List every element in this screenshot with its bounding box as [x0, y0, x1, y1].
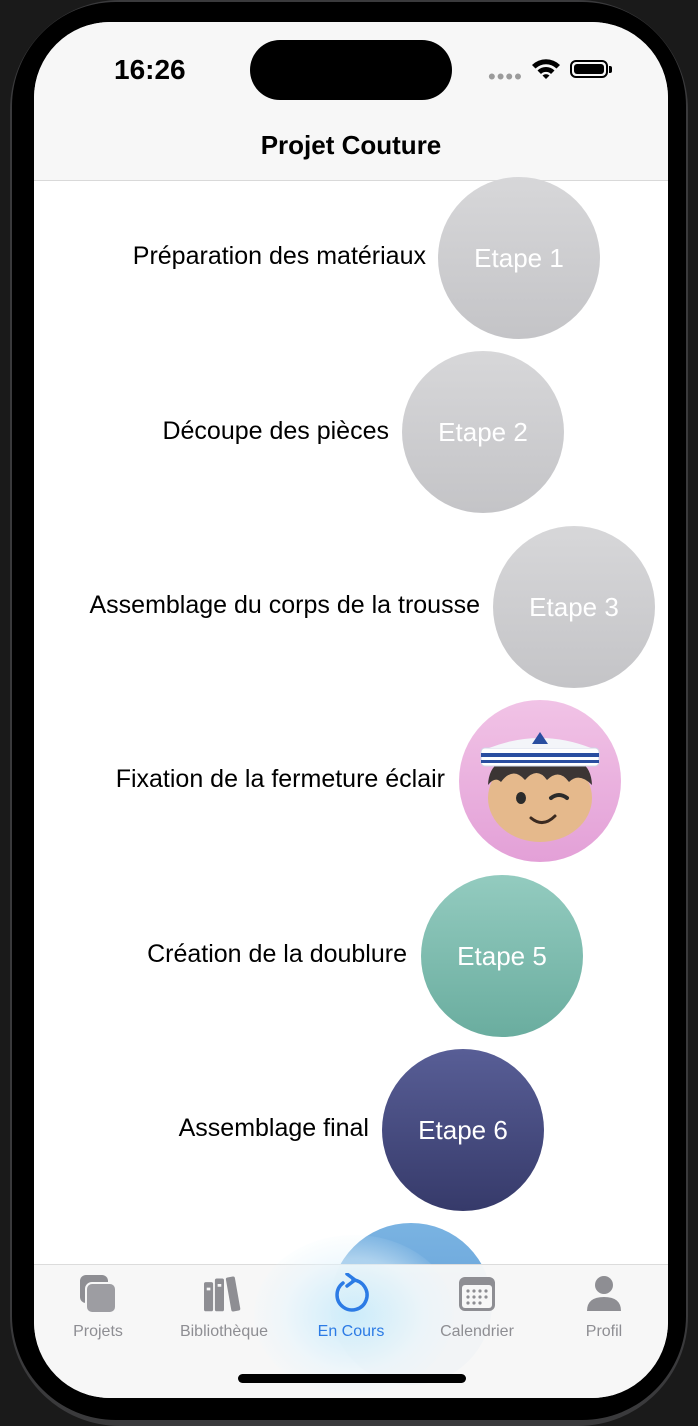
tab-bibliotheque[interactable]: Bibliothèque: [164, 1265, 284, 1345]
tab-en-cours[interactable]: En Cours: [291, 1265, 411, 1345]
step-circle-text: Etape 5: [457, 940, 547, 971]
step-circle-text: Etape 3: [529, 591, 619, 622]
step-circle-text: Etape 2: [438, 416, 528, 447]
dynamic-island: [250, 40, 452, 100]
app-screen: 16:26 •••• Projet Couture Préparation de…: [34, 22, 668, 1398]
step-circle-4[interactable]: [459, 700, 621, 862]
step-circle-text: Etape 6: [418, 1114, 508, 1145]
tab-label: En Cours: [317, 1323, 385, 1340]
books-icon: [204, 1276, 241, 1312]
tab-calendrier[interactable]: Calendrier: [417, 1265, 537, 1345]
tab-profil[interactable]: Profil: [544, 1265, 664, 1345]
sailor-avatar-icon: [480, 732, 600, 842]
tab-label: Profil: [585, 1323, 623, 1340]
status-bar: 16:26 ••••: [34, 22, 668, 122]
step-circle-3[interactable]: Etape 3: [493, 526, 655, 688]
step-circle-2[interactable]: Etape 2: [402, 351, 564, 513]
step-circle-text: Etape 1: [474, 242, 564, 273]
battery-icon: [570, 60, 612, 78]
person-icon: [587, 1276, 621, 1311]
step-label-4: Fixation de la fermeture éclair: [115, 765, 445, 793]
step-label-5: Création de la doublure: [147, 940, 407, 968]
tab-label: Bibliothèque: [179, 1323, 269, 1340]
step-label-2: Découpe des pièces: [162, 417, 389, 445]
step-circle-5[interactable]: Etape 5: [421, 875, 583, 1037]
home-indicator[interactable]: [238, 1374, 466, 1383]
refresh-arrow-icon: [335, 1273, 369, 1312]
step-label-3: Assemblage du corps de la trousse: [89, 591, 481, 619]
step-circle-1[interactable]: Etape 1: [438, 177, 600, 339]
tab-label: Projets: [73, 1323, 123, 1340]
tab-projets[interactable]: Projets: [38, 1265, 158, 1345]
status-time: 16:26: [114, 54, 186, 85]
step-label-1: Préparation des matériaux: [132, 242, 426, 270]
calendar-icon: [459, 1277, 495, 1311]
navigation-bar: Projet Couture: [34, 122, 668, 181]
tab-label: Calendrier: [440, 1323, 514, 1340]
step-circle-6[interactable]: Etape 6: [382, 1049, 544, 1211]
wifi-icon: [532, 59, 560, 79]
page-title: Projet Couture: [260, 130, 442, 160]
step-label-6: Assemblage final: [178, 1114, 369, 1142]
stacked-squares-icon: [80, 1275, 117, 1314]
signal-dots-icon: ••••: [488, 64, 523, 89]
